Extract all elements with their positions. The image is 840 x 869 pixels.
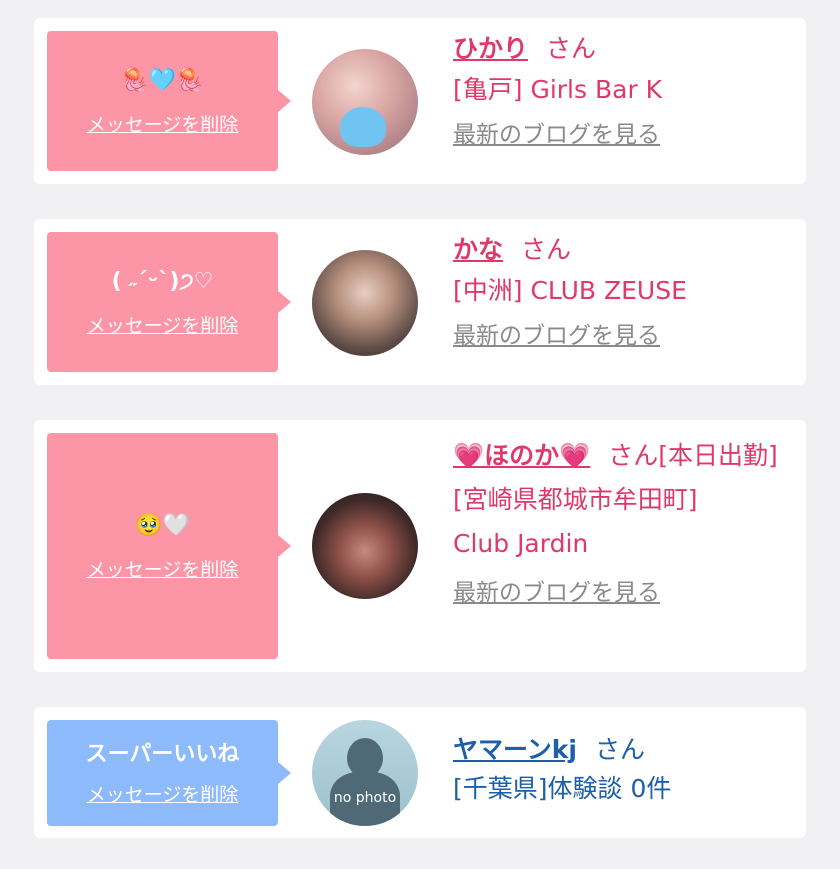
shop-name: [宮崎県都城市牟田町] Club Jardin	[453, 485, 698, 558]
profile-info: ヤマーンkj さん [千葉県]体験談 0件	[453, 735, 793, 811]
message-text: 🪼🩵🪼	[121, 68, 204, 93]
profile-info: ひかり さん [亀戸] Girls Bar K 最新のブログを見る	[453, 34, 793, 150]
honorific: さん	[546, 34, 597, 63]
heart-sticker-icon	[340, 107, 386, 147]
message-text: 🥹🤍	[135, 513, 190, 538]
avatar[interactable]	[312, 250, 418, 356]
cast-name-link[interactable]: かな	[453, 235, 503, 264]
avatar[interactable]: no photo	[312, 720, 418, 826]
cast-name-link[interactable]: 💗ほのか💗	[453, 441, 590, 470]
message-bubble: 🪼🩵🪼 メッセージを削除	[47, 31, 291, 171]
honorific: さん	[594, 735, 645, 764]
super-like-text: スーパーいいね	[85, 742, 240, 767]
message-card: スーパーいいね メッセージを削除 no photo ヤマーンkj さん [千葉県]…	[34, 707, 806, 838]
latest-blog-link[interactable]: 最新のブログを見る	[453, 120, 793, 150]
delete-message-link[interactable]: メッセージを削除	[87, 315, 239, 337]
message-card: ( ˶ˊᵕˋ)੭♡ メッセージを削除 かな さん [中洲] CLUB ZEUSE …	[34, 219, 806, 385]
attendance-status: [本日出勤]	[658, 441, 778, 470]
latest-blog-link[interactable]: 最新のブログを見る	[453, 321, 793, 351]
message-bubble: ( ˶ˊᵕˋ)੭♡ メッセージを削除	[47, 232, 291, 372]
honorific: さん	[608, 441, 659, 470]
delete-message-link[interactable]: メッセージを削除	[87, 784, 239, 806]
message-bubble: スーパーいいね メッセージを削除	[47, 720, 291, 826]
cast-name-link[interactable]: ひかり	[453, 34, 528, 63]
delete-message-link[interactable]: メッセージを削除	[87, 559, 239, 581]
avatar[interactable]	[312, 493, 418, 599]
user-name-link[interactable]: ヤマーンkj	[453, 735, 577, 764]
delete-message-link[interactable]: メッセージを削除	[87, 114, 239, 136]
shop-name: [亀戸] Girls Bar K	[453, 75, 663, 104]
shop-name: [中洲] CLUB ZEUSE	[453, 276, 687, 305]
honorific: さん	[521, 235, 572, 264]
latest-blog-link[interactable]: 最新のブログを見る	[453, 578, 783, 608]
review-count: [千葉県]体験談 0件	[453, 774, 672, 803]
message-bubble: 🥹🤍 メッセージを削除	[47, 433, 291, 659]
profile-info: かな さん [中洲] CLUB ZEUSE 最新のブログを見る	[453, 235, 793, 351]
profile-info: 💗ほのか💗 さん[本日出勤] [宮崎県都城市牟田町] Club Jardin 最新…	[453, 434, 783, 608]
avatar[interactable]	[312, 49, 418, 155]
no-photo-label: no photo	[333, 790, 397, 806]
message-text: ( ˶ˊᵕˋ)੭♡	[111, 269, 214, 294]
message-card: 🪼🩵🪼 メッセージを削除 ひかり さん [亀戸] Girls Bar K 最新のブ…	[34, 18, 806, 184]
message-card: 🥹🤍 メッセージを削除 💗ほのか💗 さん[本日出勤] [宮崎県都城市牟田町] Cl…	[34, 420, 806, 672]
